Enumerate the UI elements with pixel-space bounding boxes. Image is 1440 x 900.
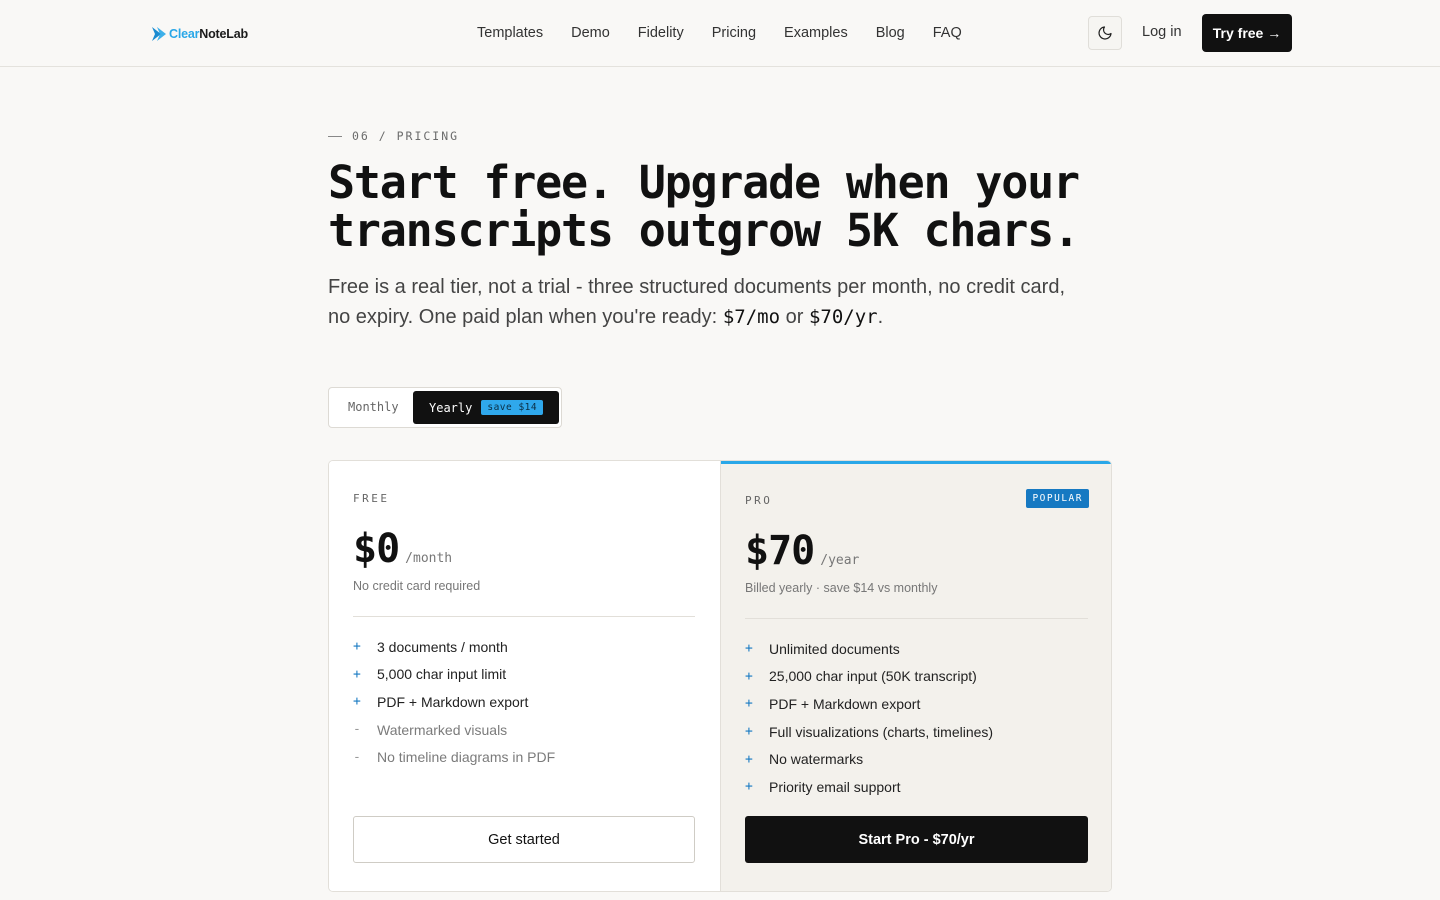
logo[interactable]: ClearNoteLab	[150, 24, 248, 44]
feature-item: +3 documents / month	[353, 633, 555, 661]
get-started-button[interactable]: Get started	[353, 816, 695, 863]
login-link[interactable]: Log in	[1142, 24, 1182, 40]
feature-item-disabled: - Watermarked visuals	[353, 716, 555, 744]
theme-toggle-button[interactable]	[1088, 16, 1122, 50]
subcopy-yearly-price: $70/yr	[808, 306, 878, 328]
page-title: Start free. Upgrade when your transcript…	[328, 159, 1108, 255]
nav-link-fidelity[interactable]: Fidelity	[638, 25, 684, 41]
plan-price: $70	[745, 528, 815, 574]
eyebrow-dash	[328, 135, 342, 137]
plan-period: /year	[820, 553, 860, 568]
eyebrow-text: 06 / PRICING	[352, 129, 460, 143]
nav-link-blog[interactable]: Blog	[876, 25, 905, 41]
divider	[353, 616, 695, 617]
nav-link-examples[interactable]: Examples	[784, 25, 848, 41]
plus-icon: +	[745, 751, 753, 767]
pricing-cards: FREE $0 /month No credit card required +…	[328, 460, 1112, 892]
save-badge: save $14	[481, 400, 544, 415]
feature-list: + Unlimited documents +25,000 char input …	[745, 635, 993, 801]
logo-chevron-icon	[152, 27, 166, 41]
feature-text: Full visualizations (charts, timelines)	[769, 723, 994, 740]
price-note: No credit card required	[353, 579, 481, 593]
moon-icon	[1098, 26, 1112, 40]
billing-yearly-label: Yearly	[429, 400, 473, 415]
feature-text: No watermarks	[769, 751, 864, 768]
feature-item: +25,000 char input (50K transcript)	[745, 663, 993, 691]
feature-text: Watermarked visuals	[377, 721, 508, 738]
headline-line-2: transcripts outgrow 5K chars.	[328, 204, 1080, 257]
plan-price: $0	[353, 526, 400, 572]
price-note: Billed yearly · save $14 vs monthly	[745, 581, 938, 595]
subcopy-monthly-price: $7/mo	[722, 306, 781, 328]
subcopy-or: or	[785, 306, 804, 328]
logo-text: ClearNoteLab	[169, 27, 248, 41]
subcopy-end: .	[877, 306, 884, 328]
plan-period: /month	[405, 551, 453, 566]
hero-subcopy: Free is a real tier, not a trial - three…	[328, 272, 1088, 332]
pro-accent-bar	[721, 461, 1111, 464]
feature-text: 3 documents / month	[377, 638, 508, 655]
feature-item: + PDF + Markdown export	[745, 690, 993, 718]
feature-item: +5,000 char input limit	[353, 661, 555, 689]
minus-icon: -	[353, 722, 361, 738]
site-header: ClearNoteLab Templates Demo Fidelity Pri…	[0, 0, 1440, 67]
feature-text: Priority email support	[769, 778, 901, 795]
plus-icon: +	[353, 694, 361, 710]
billing-yearly-option[interactable]: Yearly save $14	[413, 391, 559, 424]
plan-name: FREE	[353, 492, 390, 505]
feature-list: +3 documents / month +5,000 char input l…	[353, 633, 555, 771]
plus-icon: +	[745, 779, 753, 795]
plus-icon: +	[745, 696, 753, 712]
subcopy-text: Free is a real tier, not a trial - three…	[328, 276, 1066, 328]
plan-name: PRO	[745, 494, 773, 507]
nav-link-faq[interactable]: FAQ	[933, 25, 962, 41]
divider	[745, 618, 1088, 619]
nav-link-demo[interactable]: Demo	[571, 25, 610, 41]
plus-icon: +	[353, 666, 361, 682]
billing-toggle: Monthly Yearly save $14	[328, 387, 562, 428]
price-row: $70 /year	[745, 528, 859, 574]
start-pro-button[interactable]: Start Pro - $70/yr	[745, 816, 1088, 863]
feature-text: PDF + Markdown export	[769, 695, 921, 712]
plus-icon: +	[745, 724, 753, 740]
nav-link-templates[interactable]: Templates	[477, 25, 543, 41]
feature-text: PDF + Markdown export	[377, 693, 529, 710]
feature-text: No timeline diagrams in PDF	[377, 749, 556, 766]
headline-line-1: Start free. Upgrade when your	[328, 156, 1080, 209]
feature-item: + Priority email support	[745, 773, 993, 801]
popular-badge: POPULAR	[1026, 489, 1089, 508]
feature-item: + Full visualizations (charts, timelines)	[745, 718, 993, 746]
feature-item: + No watermarks	[745, 745, 993, 773]
plan-card-free: FREE $0 /month No credit card required +…	[329, 461, 720, 891]
plus-icon: +	[745, 641, 753, 657]
nav-link-pricing[interactable]: Pricing	[712, 25, 756, 41]
main-nav: Templates Demo Fidelity Pricing Examples…	[477, 0, 962, 66]
feature-text: 25,000 char input (50K transcript)	[769, 668, 977, 685]
plus-icon: +	[353, 639, 361, 655]
feature-text: 5,000 char input limit	[377, 666, 507, 683]
section-eyebrow: 06 / PRICING	[328, 129, 459, 143]
billing-monthly-option[interactable]: Monthly	[348, 400, 399, 414]
plan-card-pro: PRO POPULAR $70 /year Billed yearly · sa…	[720, 461, 1111, 891]
try-free-button[interactable]: Try free →	[1202, 14, 1292, 52]
minus-icon: -	[353, 749, 361, 765]
price-row: $0 /month	[353, 526, 452, 572]
feature-item: + Unlimited documents	[745, 635, 993, 663]
feature-item-disabled: - No timeline diagrams in PDF	[353, 743, 555, 771]
plus-icon: +	[745, 668, 753, 684]
feature-item: + PDF + Markdown export	[353, 688, 555, 716]
feature-text: Unlimited documents	[769, 640, 900, 657]
